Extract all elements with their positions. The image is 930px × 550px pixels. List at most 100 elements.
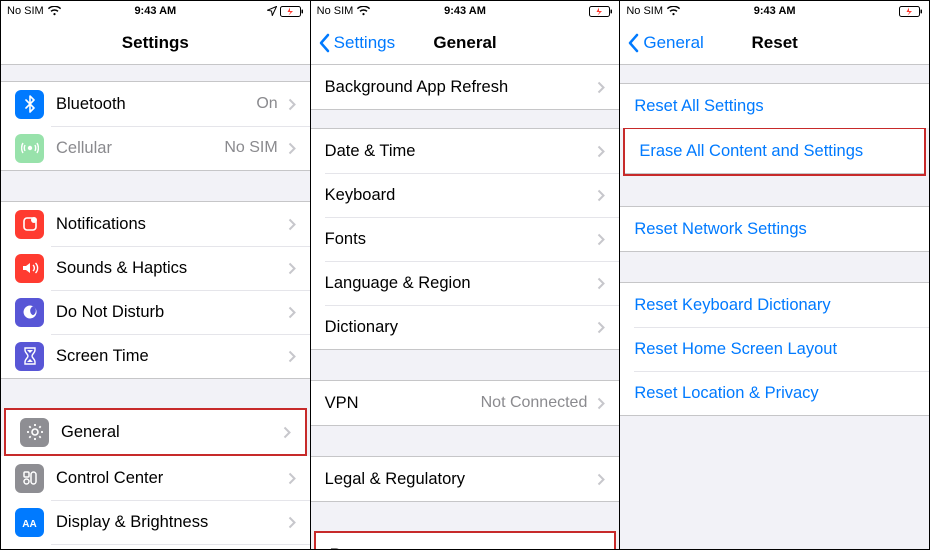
location-icon	[267, 6, 277, 16]
page-title: Settings	[1, 33, 310, 53]
chevron-right-icon	[288, 262, 296, 275]
row-label: Sounds & Haptics	[56, 259, 187, 278]
row-label: Date & Time	[325, 142, 416, 161]
row-reset-keyboard[interactable]: Reset Keyboard Dictionary	[620, 283, 929, 327]
row-label: Notifications	[56, 215, 146, 234]
highlight-erase: Erase All Content and Settings	[623, 127, 926, 176]
status-bar: No SIM 9:43 AM	[1, 1, 310, 21]
back-label: Settings	[334, 33, 395, 53]
row-label: Keyboard	[325, 186, 396, 205]
row-label: Reset Location & Privacy	[634, 384, 818, 403]
row-controlcenter[interactable]: Control Center	[1, 456, 310, 500]
wifi-icon	[48, 6, 61, 16]
row-label: General	[61, 423, 120, 442]
nav-bar: General Reset	[620, 21, 929, 65]
clock: 9:43 AM	[754, 5, 796, 17]
row-reset-home[interactable]: Reset Home Screen Layout	[620, 327, 929, 371]
battery-icon	[589, 6, 613, 17]
chevron-right-icon	[288, 142, 296, 155]
row-label: Dictionary	[325, 318, 398, 337]
row-label: Language & Region	[325, 274, 471, 293]
chevron-right-icon	[597, 321, 605, 334]
row-label: Legal & Regulatory	[325, 470, 465, 489]
row-dnd[interactable]: Do Not Disturb	[1, 290, 310, 334]
row-display[interactable]: AA Display & Brightness	[1, 500, 310, 544]
clock: 9:43 AM	[134, 5, 176, 17]
row-label: Cellular	[56, 139, 112, 158]
row-language[interactable]: Language & Region	[311, 261, 620, 305]
general-icon	[20, 418, 49, 447]
chevron-right-icon	[288, 472, 296, 485]
row-label: Control Center	[56, 469, 163, 488]
back-button[interactable]: General	[628, 33, 703, 53]
chevron-right-icon	[597, 233, 605, 246]
row-detail: On	[256, 95, 283, 113]
row-reset[interactable]: Reset	[316, 533, 615, 549]
row-label: Reset Keyboard Dictionary	[634, 296, 830, 315]
row-detail: No SIM	[224, 139, 283, 157]
row-label: Reset All Settings	[634, 97, 763, 116]
row-homescreen[interactable]: Home Screen	[1, 544, 310, 549]
bluetooth-icon	[15, 90, 44, 119]
row-reset-network[interactable]: Reset Network Settings	[620, 207, 929, 251]
row-dictionary[interactable]: Dictionary	[311, 305, 620, 349]
pane-general: No SIM 9:43 AM Settings General Backgrou…	[311, 1, 621, 549]
row-label: Reset Network Settings	[634, 220, 806, 239]
row-label: Erase All Content and Settings	[639, 142, 863, 161]
highlight-general: General	[4, 408, 307, 456]
status-bar: No SIM 9:43 AM	[620, 1, 929, 21]
chevron-right-icon	[597, 473, 605, 486]
row-legal[interactable]: Legal & Regulatory	[311, 457, 620, 501]
sounds-icon	[15, 254, 44, 283]
row-erase-all[interactable]: Erase All Content and Settings	[625, 129, 924, 173]
chevron-right-icon	[597, 145, 605, 158]
row-screentime[interactable]: Screen Time	[1, 334, 310, 378]
row-fonts[interactable]: Fonts	[311, 217, 620, 261]
wifi-icon	[357, 6, 370, 16]
back-label: General	[643, 33, 703, 53]
notifications-icon	[15, 210, 44, 239]
chevron-right-icon	[283, 426, 291, 439]
svg-text:AA: AA	[22, 519, 36, 529]
row-label: VPN	[325, 394, 359, 413]
row-keyboard[interactable]: Keyboard	[311, 173, 620, 217]
controlcenter-icon	[15, 464, 44, 493]
row-label: Do Not Disturb	[56, 303, 164, 322]
chevron-right-icon	[597, 397, 605, 410]
chevron-right-icon	[592, 549, 600, 550]
clock: 9:43 AM	[444, 5, 486, 17]
carrier-text: No SIM	[7, 5, 44, 17]
status-bar: No SIM 9:43 AM	[311, 1, 620, 21]
highlight-reset: Reset	[314, 531, 617, 549]
row-bgrefresh[interactable]: Background App Refresh	[311, 65, 620, 109]
pane-settings: No SIM 9:43 AM Settings	[1, 1, 311, 549]
cellular-icon	[15, 134, 44, 163]
pane-reset: No SIM 9:43 AM General Reset Reset All S…	[620, 1, 929, 549]
back-button[interactable]: Settings	[319, 33, 395, 53]
row-label: Display & Brightness	[56, 513, 208, 532]
chevron-right-icon	[597, 81, 605, 94]
chevron-right-icon	[288, 350, 296, 363]
row-label: Background App Refresh	[325, 78, 508, 97]
row-cellular[interactable]: Cellular No SIM	[1, 126, 310, 170]
dnd-icon	[15, 298, 44, 327]
row-general[interactable]: General	[6, 410, 305, 454]
row-reset-all[interactable]: Reset All Settings	[620, 84, 929, 128]
chevron-right-icon	[597, 189, 605, 202]
nav-bar: Settings	[1, 21, 310, 65]
chevron-right-icon	[597, 277, 605, 290]
row-notifications[interactable]: Notifications	[1, 202, 310, 246]
carrier-text: No SIM	[626, 5, 663, 17]
chevron-right-icon	[288, 98, 296, 111]
row-detail: Not Connected	[481, 394, 594, 412]
row-sounds[interactable]: Sounds & Haptics	[1, 246, 310, 290]
row-datetime[interactable]: Date & Time	[311, 129, 620, 173]
row-label: Reset Home Screen Layout	[634, 340, 837, 359]
row-reset-location[interactable]: Reset Location & Privacy	[620, 371, 929, 415]
chevron-right-icon	[288, 516, 296, 529]
chevron-right-icon	[288, 306, 296, 319]
wifi-icon	[667, 6, 680, 16]
row-bluetooth[interactable]: Bluetooth On	[1, 82, 310, 126]
battery-icon	[280, 6, 304, 17]
row-vpn[interactable]: VPN Not Connected	[311, 381, 620, 425]
